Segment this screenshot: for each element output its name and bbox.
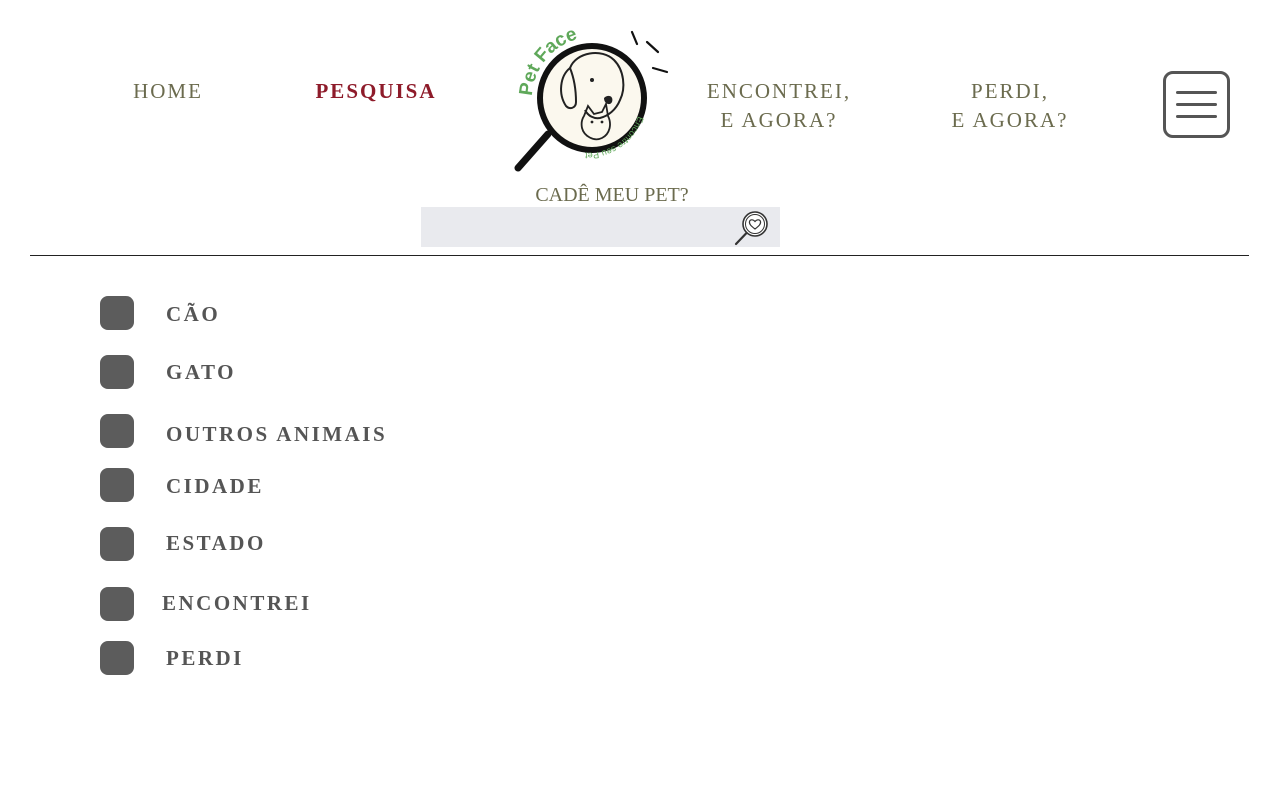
hamburger-menu-icon — [1176, 91, 1217, 94]
search-input[interactable] — [421, 207, 721, 247]
filter-checkbox[interactable] — [100, 355, 134, 389]
magnifier-heart-icon[interactable] — [730, 208, 772, 248]
hamburger-menu-button[interactable] — [1163, 71, 1230, 138]
filter-label: CÃO — [166, 302, 221, 326]
nav-search-link[interactable]: PESQUISA — [306, 77, 446, 106]
filter-checkbox[interactable] — [100, 468, 134, 502]
search-title: CADÊ MEU PET? — [535, 184, 689, 206]
filter-cat[interactable]: GATO — [100, 355, 440, 391]
search-box — [421, 207, 780, 247]
filter-dog[interactable]: CÃO — [100, 296, 440, 332]
filter-state[interactable]: ESTADO — [100, 527, 440, 563]
filter-checkbox[interactable] — [100, 587, 134, 621]
filter-label: ENCONTREI — [162, 591, 312, 615]
nav-home-label: HOME — [133, 79, 203, 103]
header-divider — [30, 255, 1249, 256]
nav-found-label-line2: E AGORA? — [720, 108, 838, 132]
filter-lost[interactable]: PERDI — [100, 641, 440, 677]
page: HOME PESQUISA Pet Face Encontre seu Pet … — [0, 0, 1280, 800]
nav-found-label-line1: ENCONTREI, — [706, 79, 852, 103]
nav-found-link[interactable]: ENCONTREI, E AGORA? — [693, 77, 865, 135]
filter-label: OUTROS ANIMAIS — [166, 422, 388, 446]
filter-label: PERDI — [166, 646, 244, 670]
filter-checkbox[interactable] — [100, 296, 134, 330]
filter-checkbox[interactable] — [100, 641, 134, 675]
nav-home-link[interactable]: HOME — [118, 77, 218, 106]
pet-face-logo-graphic: Pet Face Encontre seu Pet — [514, 24, 669, 172]
filter-checkbox[interactable] — [100, 527, 134, 561]
nav-lost-label-line2: E AGORA? — [951, 108, 1069, 132]
nav-search-label: PESQUISA — [315, 79, 437, 103]
hamburger-menu-icon-bar — [1176, 115, 1217, 118]
filter-found[interactable]: ENCONTREI — [100, 587, 440, 623]
filter-other-animals[interactable]: OUTROS ANIMAIS — [100, 414, 440, 450]
filter-city[interactable]: CIDADE — [100, 468, 440, 504]
filter-checkbox[interactable] — [100, 414, 134, 448]
nav-lost-label-line1: PERDI, — [971, 79, 1049, 103]
hamburger-menu-icon-bar — [1176, 103, 1217, 106]
filter-label: CIDADE — [166, 474, 264, 498]
pet-face-logo[interactable]: Pet Face Encontre seu Pet — [510, 24, 674, 176]
nav-lost-link[interactable]: PERDI, E AGORA? — [939, 77, 1081, 135]
filter-label: ESTADO — [166, 531, 266, 555]
filter-label: GATO — [166, 360, 236, 384]
